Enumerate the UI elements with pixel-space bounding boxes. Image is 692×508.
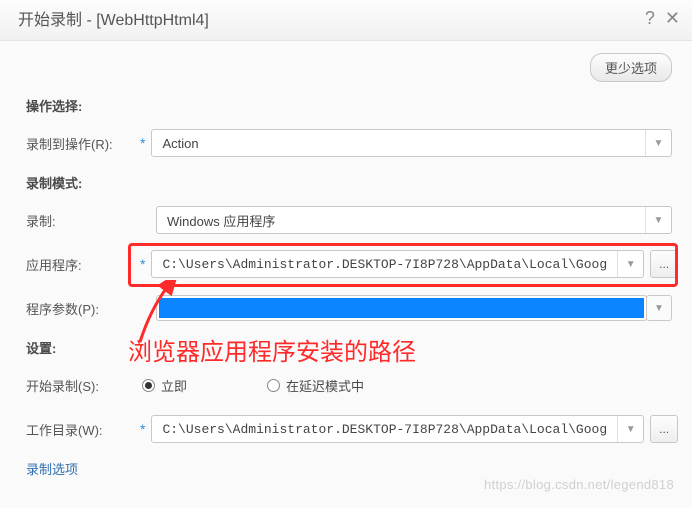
radio-icon [267,379,280,392]
program-args-selection [159,298,644,318]
required-star-icon: * [140,421,145,437]
chevron-down-icon[interactable]: ▼ [617,416,643,442]
action-combo-value: Action [152,136,645,151]
application-path-value: C:\Users\Administrator.DESKTOP-7I8P728\A… [152,257,617,272]
section-record-mode: 录制模式: [26,173,672,192]
working-dir-value: C:\Users\Administrator.DESKTOP-7I8P728\A… [152,422,617,437]
chevron-down-icon[interactable]: ▼ [617,251,643,277]
watermark-text: https://blog.csdn.net/legend818 [484,477,674,492]
radio-icon [142,379,155,392]
browse-dir-button[interactable]: ... [650,415,678,443]
radio-delayed[interactable]: 在延迟模式中 [267,376,364,395]
chevron-down-icon[interactable]: ▼ [645,207,671,233]
action-combo[interactable]: Action ▼ [151,129,672,157]
required-star-icon: * [140,256,145,272]
chevron-down-icon[interactable]: ▼ [646,295,672,321]
required-star-icon: * [140,135,145,151]
label-record-to-action: 录制到操作(R): [26,134,138,153]
radio-delayed-label: 在延迟模式中 [286,376,364,395]
label-start-record: 开始录制(S): [26,376,138,395]
working-dir-combo[interactable]: C:\Users\Administrator.DESKTOP-7I8P728\A… [151,415,644,443]
label-record: 录制: [26,211,138,230]
close-icon[interactable]: ✕ [665,8,680,29]
label-working-dir: 工作目录(W): [26,420,138,439]
help-icon[interactable]: ? [645,8,655,29]
record-options-link[interactable]: 录制选项 [26,462,78,477]
section-action-select: 操作选择: [26,96,672,115]
more-options-button[interactable]: 更少选项 [590,53,672,82]
record-combo-value: Windows 应用程序 [157,211,645,230]
browse-app-button[interactable]: ... [650,250,678,278]
chevron-down-icon[interactable]: ▼ [645,130,671,156]
label-program-args: 程序参数(P): [26,299,138,318]
radio-immediate[interactable]: 立即 [142,376,187,395]
label-application: 应用程序: [26,255,138,274]
section-settings: 设置: [26,338,672,357]
record-combo[interactable]: Windows 应用程序 ▼ [156,206,672,234]
program-args-input[interactable] [156,295,647,321]
application-path-combo[interactable]: C:\Users\Administrator.DESKTOP-7I8P728\A… [151,250,644,278]
dialog-title: 开始录制 - [WebHttpHtml4] [18,6,209,30]
radio-immediate-label: 立即 [161,376,187,395]
